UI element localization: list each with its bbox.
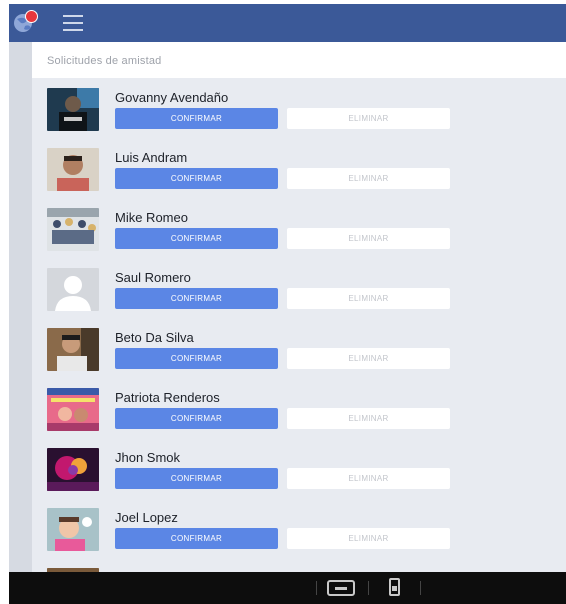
requester-name[interactable]: Saul Romero bbox=[115, 270, 191, 285]
delete-button[interactable]: ELIMINAR bbox=[287, 228, 450, 249]
screenshot-icon[interactable] bbox=[389, 578, 400, 596]
notification-badge bbox=[25, 10, 38, 23]
avatar[interactable] bbox=[47, 268, 99, 311]
delete-button[interactable]: ELIMINAR bbox=[287, 108, 450, 129]
requester-name[interactable]: Mike Romeo bbox=[115, 210, 188, 225]
page-title: Solicitudes de amistad bbox=[47, 55, 162, 67]
requester-name[interactable]: Joel Lopez bbox=[115, 510, 178, 525]
delete-button[interactable]: ELIMINAR bbox=[287, 348, 450, 369]
friend-request-row: Beto Da Silva CONFIRMAR ELIMINAR bbox=[32, 318, 566, 378]
nav-separator bbox=[316, 581, 317, 595]
confirm-button[interactable]: CONFIRMAR bbox=[115, 168, 278, 189]
friend-request-row: Luis Andram CONFIRMAR ELIMINAR bbox=[32, 138, 566, 198]
requester-name[interactable]: Luis Andram bbox=[115, 150, 187, 165]
avatar[interactable] bbox=[47, 148, 99, 191]
delete-button[interactable]: ELIMINAR bbox=[287, 468, 450, 489]
friend-request-row: Joel Lopez CONFIRMAR ELIMINAR bbox=[32, 498, 566, 558]
requester-name[interactable]: Govanny Avendaño bbox=[115, 90, 228, 105]
friend-request-row: Saul Romero CONFIRMAR ELIMINAR bbox=[32, 258, 566, 318]
nav-separator bbox=[368, 581, 369, 595]
requester-name[interactable]: Beto Da Silva bbox=[115, 330, 194, 345]
keyboard-icon[interactable] bbox=[327, 580, 355, 596]
confirm-button[interactable]: CONFIRMAR bbox=[115, 348, 278, 369]
friend-request-row: Jhon Smok CONFIRMAR ELIMINAR bbox=[32, 438, 566, 498]
avatar[interactable] bbox=[47, 88, 99, 131]
confirm-button[interactable]: CONFIRMAR bbox=[115, 528, 278, 549]
confirm-button[interactable]: CONFIRMAR bbox=[115, 468, 278, 489]
confirm-button[interactable]: CONFIRMAR bbox=[115, 228, 278, 249]
friend-request-row: Mike Romeo CONFIRMAR ELIMINAR bbox=[32, 198, 566, 258]
avatar[interactable] bbox=[47, 328, 99, 371]
delete-button[interactable]: ELIMINAR bbox=[287, 528, 450, 549]
requester-name[interactable]: Patriota Renderos bbox=[115, 390, 220, 405]
section-header: Solicitudes de amistad bbox=[32, 42, 566, 78]
confirm-button[interactable]: CONFIRMAR bbox=[115, 408, 278, 429]
delete-button[interactable]: ELIMINAR bbox=[287, 168, 450, 189]
nav-separator bbox=[420, 581, 421, 595]
friend-request-row: Patriota Renderos CONFIRMAR ELIMINAR bbox=[32, 378, 566, 438]
avatar[interactable] bbox=[47, 448, 99, 491]
avatar[interactable] bbox=[47, 388, 99, 431]
confirm-button[interactable]: CONFIRMAR bbox=[115, 288, 278, 309]
friend-request-list: Govanny Avendaño CONFIRMAR ELIMINAR Luis… bbox=[32, 78, 566, 604]
confirm-button[interactable]: CONFIRMAR bbox=[115, 108, 278, 129]
avatar[interactable] bbox=[47, 508, 99, 551]
system-navigation-bar bbox=[9, 572, 566, 604]
notifications-globe-icon[interactable] bbox=[13, 10, 43, 38]
top-bar bbox=[9, 4, 566, 42]
friend-request-row: Govanny Avendaño CONFIRMAR ELIMINAR bbox=[32, 78, 566, 138]
delete-button[interactable]: ELIMINAR bbox=[287, 408, 450, 429]
hamburger-menu-icon[interactable] bbox=[63, 15, 83, 31]
delete-button[interactable]: ELIMINAR bbox=[287, 288, 450, 309]
side-drawer-edge bbox=[9, 42, 32, 572]
avatar[interactable] bbox=[47, 208, 99, 251]
requester-name[interactable]: Jhon Smok bbox=[115, 450, 180, 465]
app-screen: Solicitudes de amistad Govanny Avendaño … bbox=[9, 4, 566, 604]
